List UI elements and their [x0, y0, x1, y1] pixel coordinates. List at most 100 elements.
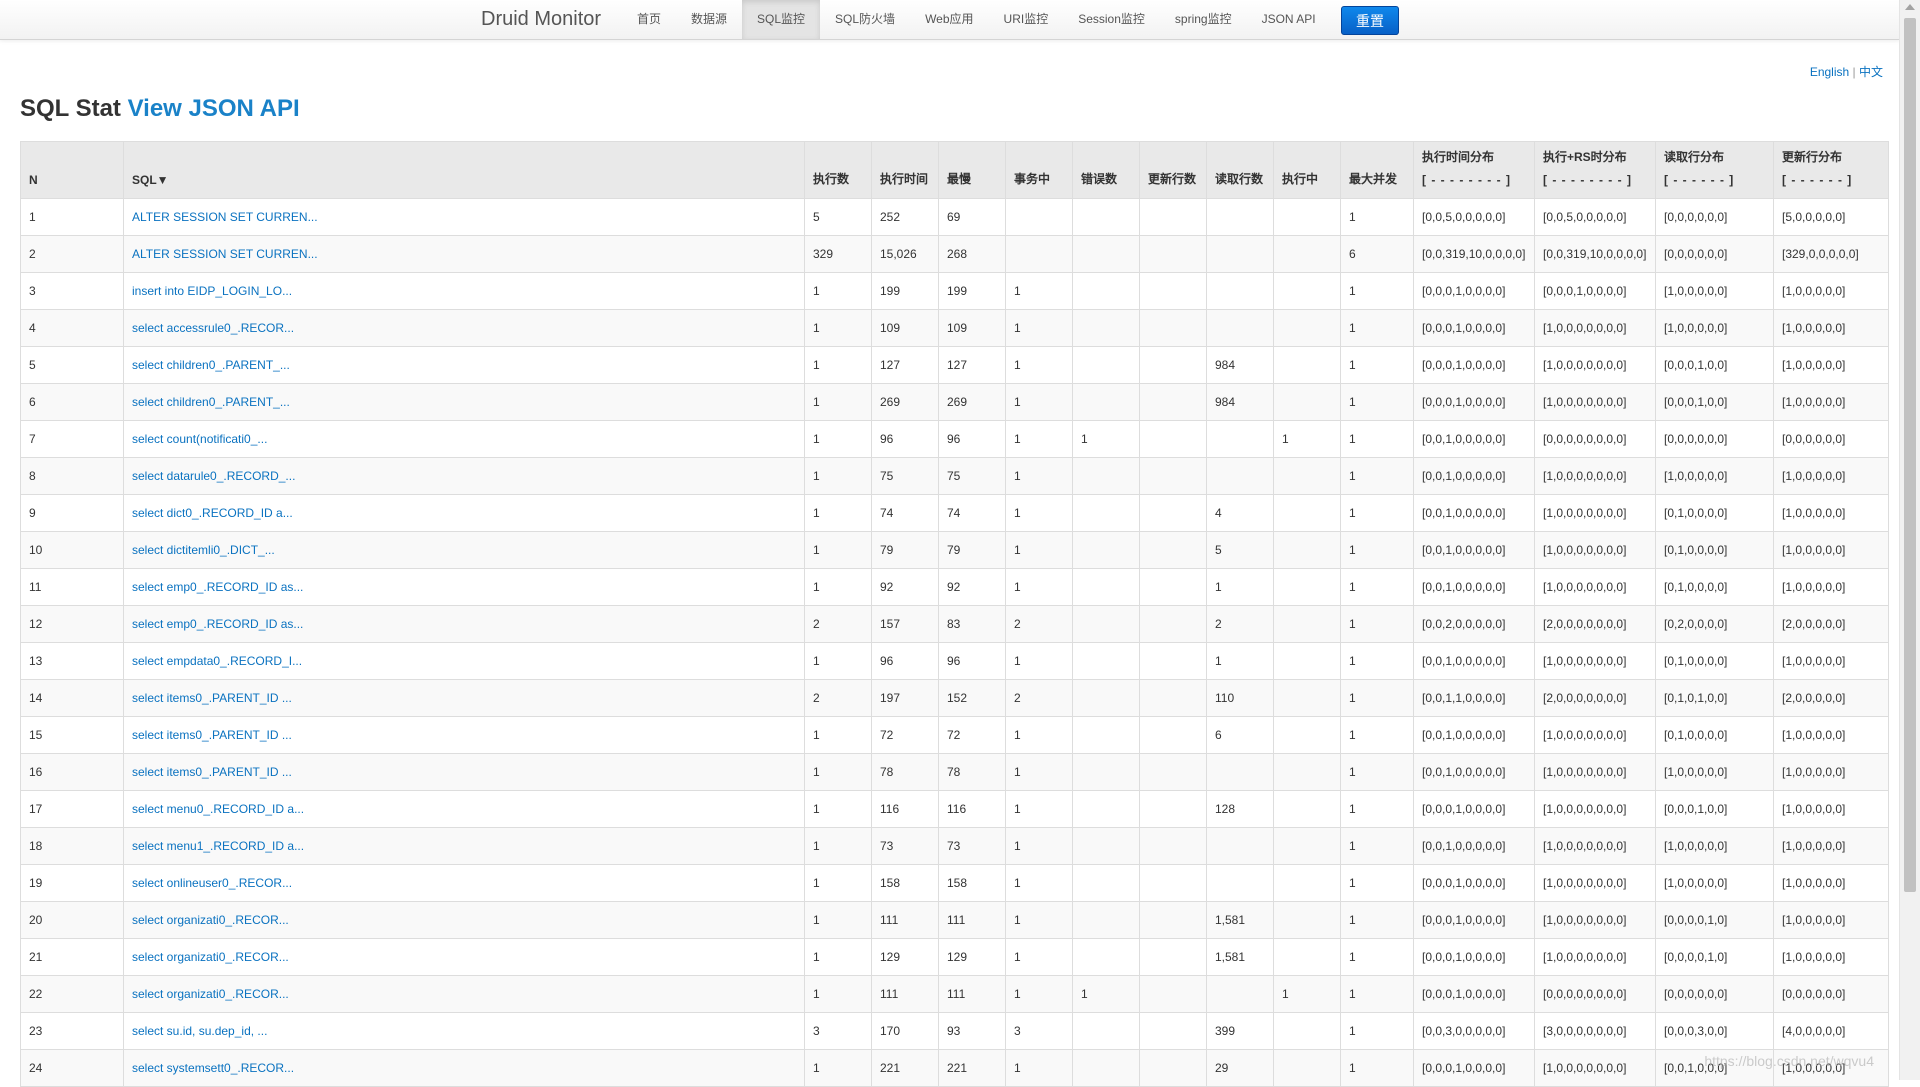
cell-fetch-hist: [0,1,0,0,0,0]: [1655, 716, 1774, 754]
cell-exec-count: 1: [804, 346, 872, 384]
lang-english-link[interactable]: English: [1810, 65, 1849, 79]
col-header-exec-time[interactable]: 执行时间: [871, 141, 939, 199]
sql-link[interactable]: ALTER SESSION SET CURREN...: [132, 210, 318, 224]
lang-chinese-link[interactable]: 中文: [1859, 65, 1883, 79]
sql-link[interactable]: select dict0_.RECORD_ID a...: [132, 506, 293, 520]
sql-link[interactable]: select organizati0_.RECOR...: [132, 950, 289, 964]
cell-exec-count: 1: [804, 568, 872, 606]
cell-update-hist: [1,0,0,0,0,0]: [1773, 753, 1889, 791]
cell-n: 18: [20, 827, 124, 865]
cell-slowest: 69: [938, 198, 1006, 236]
cell-errors: [1072, 938, 1140, 976]
table-row: 13 select empdata0_.RECORD_I... 1 96 96 1 1 1 [0…: [20, 642, 1889, 680]
sql-link[interactable]: select emp0_.RECORD_ID as...: [132, 580, 303, 594]
sql-link[interactable]: select empdata0_.RECORD_I...: [132, 654, 302, 668]
cell-exec-hist: [0,0,0,1,0,0,0,0]: [1413, 272, 1535, 310]
cell-exec-time: 15,026: [871, 235, 939, 273]
col-header-sql[interactable]: SQL▼: [123, 141, 805, 199]
col-header-n[interactable]: N: [20, 141, 124, 199]
cell-update-rows: [1139, 938, 1207, 976]
col-header-exec-rs-hist[interactable]: 执行+RS时分布 [ - - - - - - - - ]: [1534, 141, 1656, 199]
cell-sql: select empdata0_.RECORD_I...: [123, 642, 805, 680]
nav-item-7[interactable]: spring监控: [1160, 0, 1247, 39]
cell-max-concurrent: 1: [1340, 494, 1414, 532]
cell-n: 16: [20, 753, 124, 791]
cell-fetch-rows: 6: [1206, 716, 1274, 754]
cell-slowest: 268: [938, 235, 1006, 273]
cell-update-rows: [1139, 272, 1207, 310]
reset-button[interactable]: 重置: [1341, 6, 1399, 35]
cell-exec-rs-hist: [2,0,0,0,0,0,0,0]: [1534, 679, 1656, 717]
cell-update-rows: [1139, 568, 1207, 606]
nav-item-8[interactable]: JSON API: [1247, 0, 1331, 39]
sql-link[interactable]: select datarule0_.RECORD_...: [132, 469, 295, 483]
cell-exec-time: 111: [871, 975, 939, 1013]
cell-n: 21: [20, 938, 124, 976]
table-row: 1 ALTER SESSION SET CURREN... 5 252 69 1 [0,0,…: [20, 198, 1889, 236]
sql-link[interactable]: select accessrule0_.RECOR...: [132, 321, 294, 335]
cell-executing: [1273, 568, 1341, 606]
vertical-scrollbar[interactable]: [1899, 0, 1920, 1080]
cell-n: 12: [20, 605, 124, 643]
col-header-executing[interactable]: 执行中: [1273, 141, 1341, 199]
sql-link[interactable]: select menu1_.RECORD_ID a...: [132, 839, 304, 853]
sql-link[interactable]: select count(notificati0_...: [132, 432, 267, 446]
sql-link[interactable]: select children0_.PARENT_...: [132, 395, 290, 409]
nav-item-2[interactable]: SQL监控: [742, 0, 821, 39]
table-row: 11 select emp0_.RECORD_ID as... 1 92 92 1 1 1 [0…: [20, 568, 1889, 606]
cell-exec-hist: [0,0,1,0,0,0,0,0]: [1413, 716, 1535, 754]
sql-link[interactable]: select systemsett0_.RECOR...: [132, 1061, 294, 1075]
cell-max-concurrent: 1: [1340, 309, 1414, 347]
nav-item-6[interactable]: Session监控: [1063, 0, 1160, 39]
cell-update-rows: [1139, 642, 1207, 680]
cell-exec-rs-hist: [2,0,0,0,0,0,0,0]: [1534, 605, 1656, 643]
col-header-fetch-hist[interactable]: 读取行分布 [ - - - - - - ]: [1655, 141, 1774, 199]
cell-in-txn: 1: [1005, 1049, 1073, 1087]
scroll-thumb[interactable]: [1904, 18, 1916, 892]
cell-fetch-hist: [0,1,0,0,0,0]: [1655, 642, 1774, 680]
cell-executing: [1273, 494, 1341, 532]
cell-fetch-rows: 1,581: [1206, 938, 1274, 976]
col-header-max-concurrent[interactable]: 最大并发: [1340, 141, 1414, 199]
cell-executing: [1273, 827, 1341, 865]
sql-link[interactable]: select dictitemli0_.DICT_...: [132, 543, 275, 557]
col-header-update-hist[interactable]: 更新行分布 [ - - - - - - ]: [1773, 141, 1889, 199]
nav-item-4[interactable]: Web应用: [910, 0, 988, 39]
cell-exec-count: 1: [804, 938, 872, 976]
sql-link[interactable]: ALTER SESSION SET CURREN...: [132, 247, 318, 261]
sql-link[interactable]: select onlineuser0_.RECOR...: [132, 876, 292, 890]
sql-link[interactable]: select items0_.PARENT_ID ...: [132, 691, 292, 705]
cell-update-hist: [1,0,0,0,0,0]: [1773, 864, 1889, 902]
col-header-in-txn[interactable]: 事务中: [1005, 141, 1073, 199]
sql-link[interactable]: insert into EIDP_LOGIN_LO...: [132, 284, 292, 298]
view-json-api-link[interactable]: View JSON API: [128, 95, 300, 122]
nav-item-5[interactable]: URI监控: [989, 0, 1064, 39]
cell-fetch-rows: 4: [1206, 494, 1274, 532]
cell-update-rows: [1139, 1049, 1207, 1087]
sql-link[interactable]: select items0_.PARENT_ID ...: [132, 765, 292, 779]
cell-fetch-hist: [0,0,0,1,0,0]: [1655, 346, 1774, 384]
sql-link[interactable]: select organizati0_.RECOR...: [132, 987, 289, 1001]
scroll-up-arrow-icon[interactable]: [1905, 4, 1915, 10]
cell-update-rows: [1139, 975, 1207, 1013]
sql-link[interactable]: select organizati0_.RECOR...: [132, 913, 289, 927]
col-header-slowest[interactable]: 最慢: [938, 141, 1006, 199]
brand-title[interactable]: Druid Monitor: [481, 8, 601, 31]
col-header-errors[interactable]: 错误数: [1072, 141, 1140, 199]
nav-item-1[interactable]: 数据源: [676, 0, 742, 39]
cell-fetch-rows: [1206, 235, 1274, 273]
cell-exec-hist: [0,0,0,1,0,0,0,0]: [1413, 383, 1535, 421]
sql-link[interactable]: select items0_.PARENT_ID ...: [132, 728, 292, 742]
col-header-fetch-rows[interactable]: 读取行数: [1206, 141, 1274, 199]
sql-link[interactable]: select children0_.PARENT_...: [132, 358, 290, 372]
col-header-exec-count[interactable]: 执行数: [804, 141, 872, 199]
col-header-update-rows[interactable]: 更新行数: [1139, 141, 1207, 199]
cell-executing: [1273, 198, 1341, 236]
nav-item-3[interactable]: SQL防火墙: [820, 0, 910, 39]
sql-link[interactable]: select emp0_.RECORD_ID as...: [132, 617, 303, 631]
cell-executing: [1273, 272, 1341, 310]
sql-link[interactable]: select menu0_.RECORD_ID a...: [132, 802, 304, 816]
col-header-exec-hist[interactable]: 执行时间分布 [ - - - - - - - - ]: [1413, 141, 1535, 199]
sql-link[interactable]: select su.id, su.dep_id, ...: [132, 1024, 267, 1038]
nav-item-0[interactable]: 首页: [622, 0, 676, 39]
